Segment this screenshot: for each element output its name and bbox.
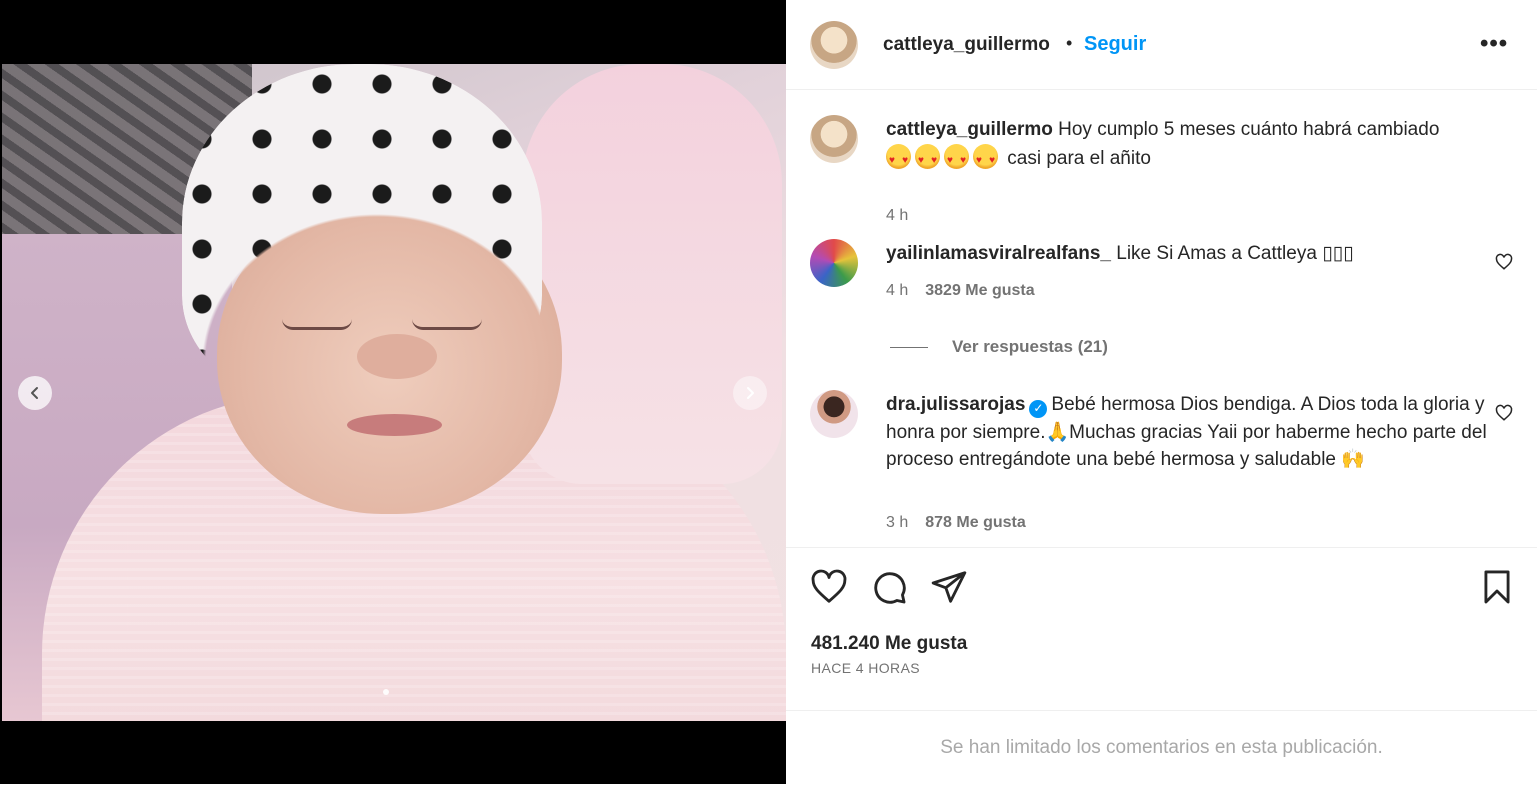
heart-eyes-emoji xyxy=(915,143,940,174)
verified-badge-icon: ✓ xyxy=(1029,399,1048,418)
comment-text: dra.julissarojas ✓ Bebé hermosa Dios bendi… xyxy=(886,391,1496,474)
view-replies-button[interactable]: Ver respuestas (21) xyxy=(890,337,1108,357)
post-side-panel: cattleya_guillermo • Seguir ••• cattleya… xyxy=(786,0,1537,784)
follow-button[interactable]: Seguir xyxy=(1084,33,1146,56)
comment-username[interactable]: dra.julissarojas xyxy=(886,394,1025,415)
post-header: cattleya_guillermo • Seguir ••• xyxy=(786,0,1537,90)
author-avatar[interactable] xyxy=(810,21,858,69)
view-replies-label: Ver respuestas (21) xyxy=(952,337,1108,356)
chevron-left-icon xyxy=(31,387,38,399)
photo-hat xyxy=(182,64,542,394)
carousel-dot-active xyxy=(383,689,389,695)
photo-raised-arm xyxy=(522,64,782,484)
comment-like-icon[interactable] xyxy=(1495,253,1513,271)
photo-mouth xyxy=(347,414,442,436)
comment-like-icon[interactable] xyxy=(1495,404,1513,422)
post-time-ago[interactable]: HACE 4 HORAS xyxy=(811,660,920,676)
share-icon[interactable] xyxy=(930,568,968,606)
comment-avatar[interactable] xyxy=(810,239,858,287)
comment-icon[interactable] xyxy=(870,568,908,606)
comments-list[interactable]: cattleya_guillermo Hoy cumplo 5 meses cu… xyxy=(786,90,1537,547)
caption-time[interactable]: 4 h xyxy=(886,207,908,225)
caption-body-1: Hoy cumplo 5 meses cuánto habrá cambiado xyxy=(1058,119,1440,140)
more-options-icon[interactable]: ••• xyxy=(1480,30,1508,58)
comments-limited-text: Se han limitado los comentarios en esta … xyxy=(940,737,1383,758)
comment-time[interactable]: 4 h xyxy=(886,282,908,300)
post-media xyxy=(0,0,786,784)
author-username[interactable]: cattleya_guillermo xyxy=(883,34,1050,56)
caption-body-2: casi para el añito xyxy=(1007,147,1151,169)
comment-text: yailinlamasviralrealfans_ Like Si Amas a… xyxy=(886,240,1496,268)
caption-meta: 4 h xyxy=(886,207,908,225)
carousel-dots xyxy=(383,689,389,695)
heart-eyes-emoji xyxy=(973,143,998,174)
comment-username[interactable]: yailinlamasviralrealfans_ xyxy=(886,243,1111,264)
comment-time[interactable]: 3 h xyxy=(886,514,908,532)
carousel-next-button[interactable] xyxy=(733,376,767,410)
post-photo[interactable] xyxy=(2,64,786,721)
heart-icon[interactable] xyxy=(810,568,848,606)
comment-likes[interactable]: 878 Me gusta xyxy=(925,514,1025,532)
heart-eyes-emoji xyxy=(944,143,969,174)
comment-meta: 4 h 3829 Me gusta xyxy=(886,282,1035,300)
heart-eyes-emoji xyxy=(886,143,911,174)
caption-avatar[interactable] xyxy=(810,115,858,163)
action-bar xyxy=(786,547,1537,633)
comment-body: Like Si Amas a Cattleya ▯▯▯ xyxy=(1116,243,1354,264)
comment-likes[interactable]: 3829 Me gusta xyxy=(925,282,1034,300)
bookmark-icon[interactable] xyxy=(1478,568,1516,606)
caption-text: cattleya_guillermo Hoy cumplo 5 meses cu… xyxy=(886,116,1496,174)
header-separator: • xyxy=(1066,33,1073,53)
comment-avatar[interactable] xyxy=(810,390,858,438)
comment-meta: 3 h 878 Me gusta xyxy=(886,514,1026,532)
replies-line xyxy=(890,346,928,348)
post-likes-count[interactable]: 481.240 Me gusta xyxy=(811,633,967,655)
carousel-prev-button[interactable] xyxy=(18,376,52,410)
chevron-right-icon xyxy=(747,387,754,399)
comments-limited-notice: Se han limitado los comentarios en esta … xyxy=(786,710,1537,785)
caption-username[interactable]: cattleya_guillermo xyxy=(886,119,1053,140)
